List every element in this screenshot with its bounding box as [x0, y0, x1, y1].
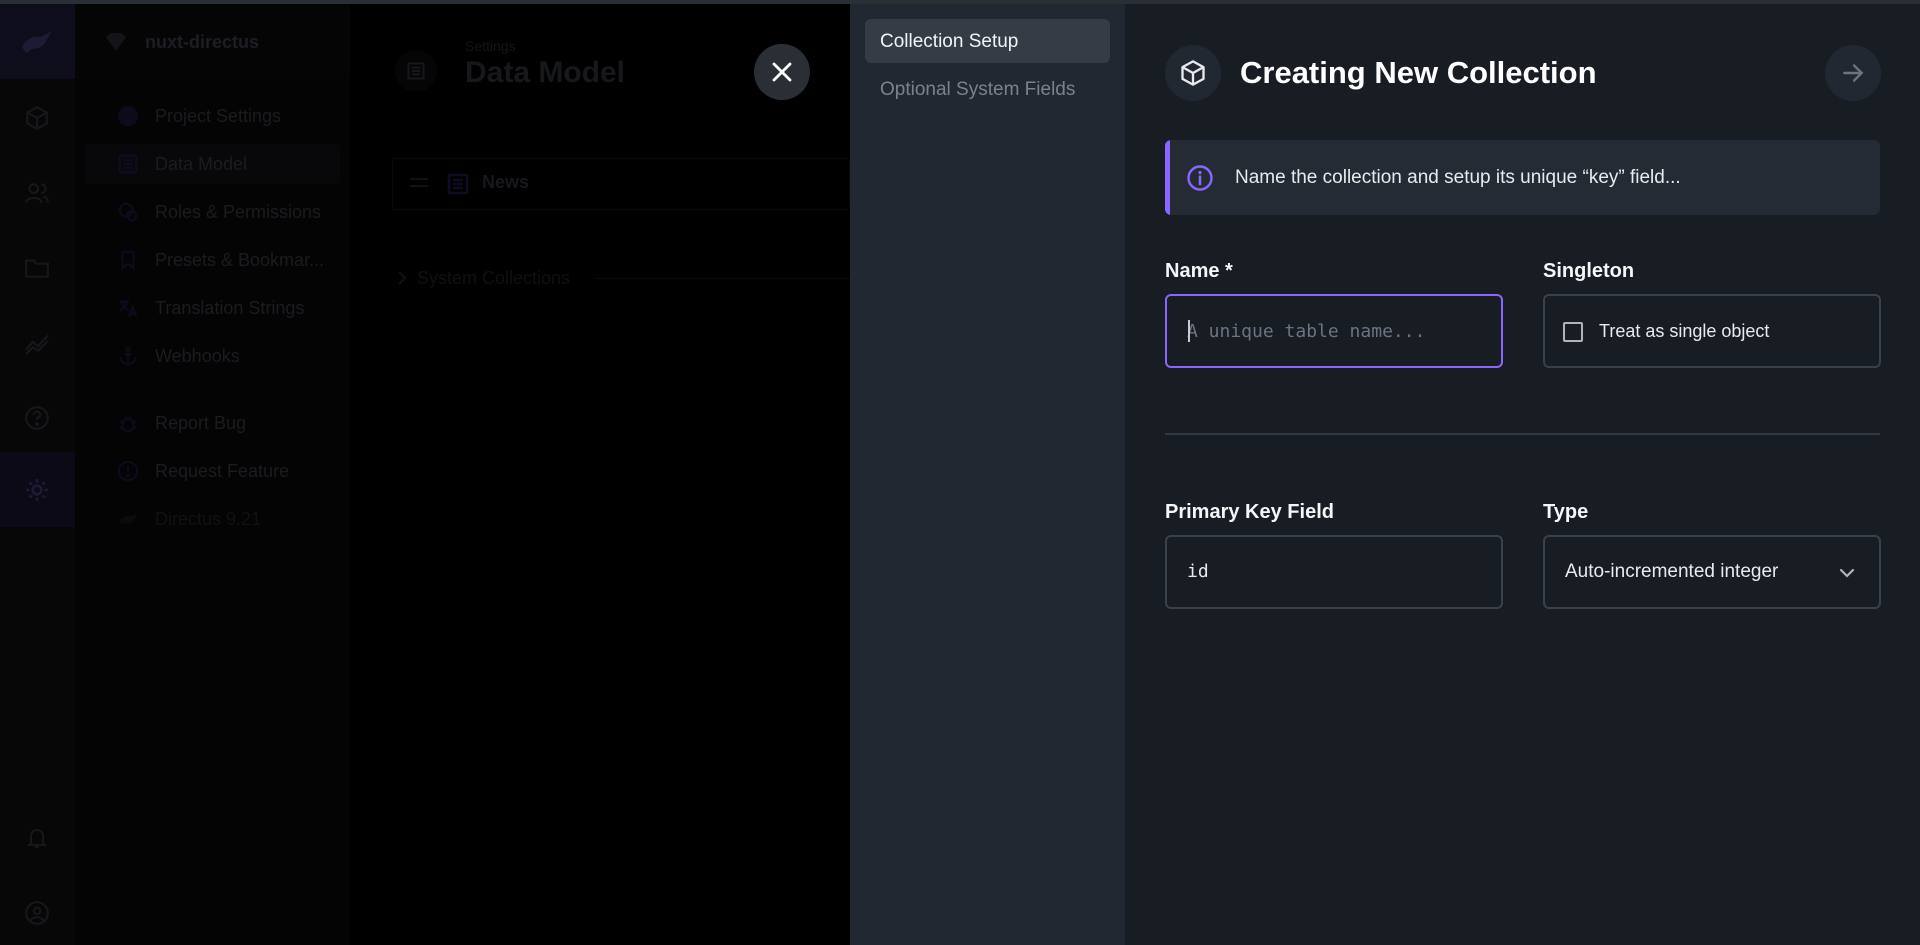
project-logo-icon	[106, 33, 126, 51]
main-content	[350, 4, 850, 945]
roles-icon	[118, 202, 138, 222]
box-icon	[1181, 60, 1205, 86]
nav-label: Data Model	[155, 154, 248, 174]
header-icon	[395, 50, 437, 92]
next-step-button[interactable]	[1825, 45, 1881, 101]
info-icon	[1187, 165, 1213, 191]
chevron-right-icon[interactable]	[395, 270, 409, 286]
nav-label: Report Bug	[155, 413, 247, 433]
singleton-field-label: Singleton	[1543, 260, 1635, 282]
singleton-checkbox-label[interactable]: Treat as single object	[1599, 321, 1769, 342]
anchor-icon	[119, 346, 137, 366]
feature-icon	[117, 460, 139, 482]
nav-label: Presets & Bookmar...	[155, 250, 325, 270]
drawer-header-icon	[1165, 45, 1221, 101]
singleton-checkbox[interactable]	[1563, 322, 1583, 342]
singleton-checkbox-container[interactable]: Treat as single object	[1543, 294, 1881, 368]
version-label: Directus 9.21	[155, 509, 262, 529]
type-field-label: Type	[1543, 501, 1589, 523]
drawer-title: Creating New Collection	[1240, 55, 1597, 90]
name-field-label: Name *	[1165, 260, 1233, 282]
directus-logo	[0, 4, 75, 79]
primary-key-input[interactable]: id	[1165, 535, 1503, 609]
name-input-container[interactable]	[1165, 294, 1503, 368]
text-caret	[1188, 320, 1190, 342]
drawer-tab-optional-system-fields[interactable]: Optional System Fields	[865, 67, 1110, 111]
arrow-right-icon	[1843, 64, 1864, 82]
nav-item-project-settings[interactable]: Project Settings	[85, 96, 340, 136]
translate-icon	[119, 299, 138, 317]
app-root: nuxt-directus Project Settings Data Mode…	[0, 0, 1920, 945]
nav-item-request-feature[interactable]: Request Feature	[85, 451, 340, 491]
settings-navigation: nuxt-directus Project Settings Data Mode…	[75, 4, 350, 945]
section-divider	[1165, 433, 1880, 435]
list-alt-icon	[447, 173, 469, 195]
settings-module-icon[interactable]	[23, 476, 51, 504]
primary-key-value: id	[1187, 561, 1209, 582]
nav-item-version: Directus 9.21	[85, 499, 340, 539]
drawer-navigation: Collection Setup Optional System Fields	[850, 4, 1125, 945]
nav-item-presets-bookmarks[interactable]: Presets & Bookmar...	[85, 240, 340, 280]
list-alt-icon	[407, 62, 425, 80]
directus-rabbit-icon	[118, 512, 138, 524]
name-input[interactable]	[1187, 296, 1487, 366]
nav-item-translation-strings[interactable]: Translation Strings	[85, 288, 340, 328]
content-module-icon[interactable]	[23, 104, 51, 132]
nav-item-data-model[interactable]: Data Model	[85, 144, 340, 184]
notifications-icon[interactable]	[23, 824, 51, 852]
close-icon	[772, 62, 792, 82]
divider	[595, 278, 850, 279]
nav-label: Project Settings	[155, 106, 282, 126]
type-select-value: Auto-incremented integer	[1565, 561, 1779, 582]
chevron-down-icon	[1839, 568, 1855, 578]
users-module-icon[interactable]	[23, 179, 51, 207]
nav-label: Roles & Permissions	[155, 202, 322, 222]
nav-label: Webhooks	[155, 346, 240, 366]
project-name: nuxt-directus	[145, 32, 260, 52]
drag-handle-icon[interactable]	[409, 175, 429, 191]
drawer-tab-label: Optional System Fields	[880, 79, 1076, 100]
primary-key-field-label: Primary Key Field	[1165, 501, 1334, 523]
files-module-icon[interactable]	[23, 254, 51, 282]
drawer-tab-collection-setup[interactable]: Collection Setup	[865, 19, 1110, 63]
help-module-icon[interactable]	[23, 404, 51, 432]
account-avatar-icon[interactable]	[23, 899, 51, 927]
project-header: nuxt-directus	[75, 4, 350, 79]
notice-text: Name the collection and setup its unique…	[1235, 167, 1681, 188]
drawer-tab-label: Collection Setup	[880, 31, 1019, 52]
nav-item-report-bug[interactable]: Report Bug	[85, 403, 340, 443]
nav-item-webhooks[interactable]: Webhooks	[85, 336, 340, 376]
system-collections-toggle[interactable]: System Collections	[417, 268, 570, 289]
insights-module-icon[interactable]	[23, 329, 51, 357]
nav-label: Request Feature	[155, 461, 290, 481]
info-notice: Name the collection and setup its unique…	[1165, 140, 1880, 215]
collection-name: News	[482, 172, 530, 192]
bookmark-icon	[121, 250, 135, 271]
nav-item-roles-permissions[interactable]: Roles & Permissions	[85, 192, 340, 232]
module-bar	[0, 4, 75, 945]
nav-label: Translation Strings	[155, 298, 305, 318]
type-select[interactable]: Auto-incremented integer	[1543, 535, 1881, 609]
globe-icon	[117, 105, 139, 127]
close-drawer-button[interactable]	[754, 44, 810, 100]
list-alt-icon	[118, 154, 138, 174]
collection-row[interactable]	[392, 158, 850, 210]
bug-icon	[119, 415, 137, 433]
breadcrumb: Settings	[465, 38, 516, 54]
notice-accent-bar	[1165, 140, 1170, 215]
page-title: Data Model	[465, 56, 626, 89]
